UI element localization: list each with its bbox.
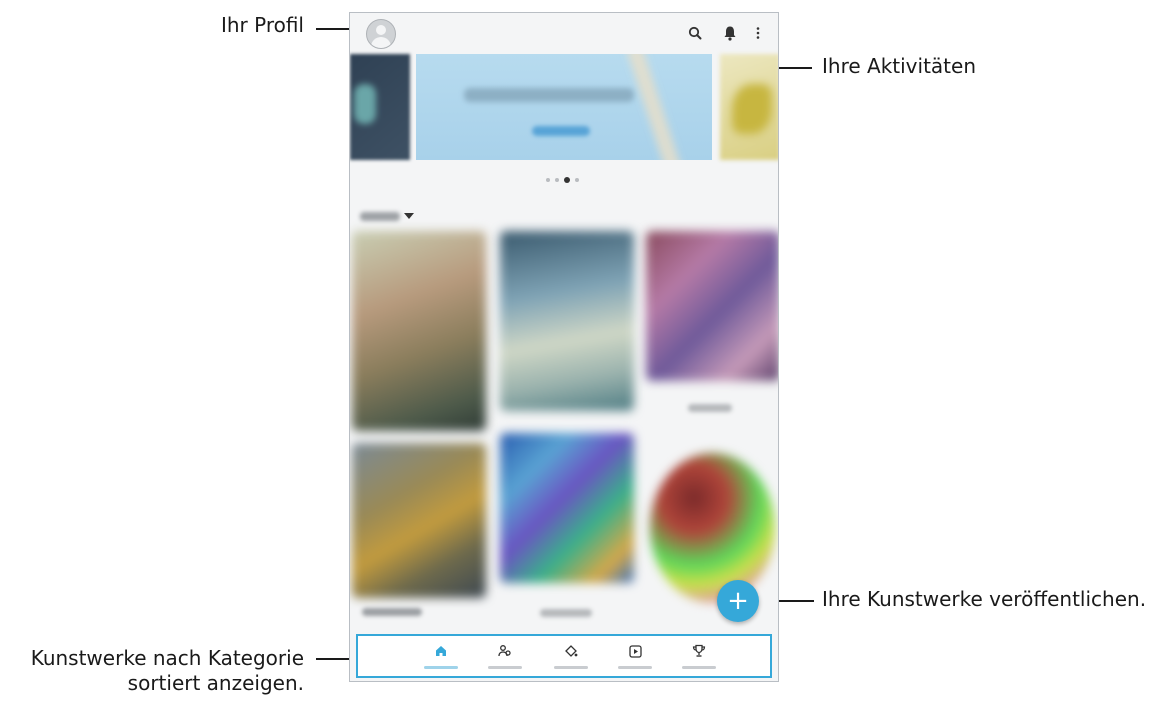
artwork-card[interactable]: [650, 453, 775, 603]
annotation-activities: Ihre Aktivitäten: [822, 54, 976, 78]
page-dot: [555, 178, 559, 182]
page-dot: [575, 178, 579, 182]
artwork-card[interactable]: [352, 231, 486, 431]
artwork-card[interactable]: [500, 231, 634, 411]
avatar-icon[interactable]: [366, 19, 396, 49]
nav-item-videos[interactable]: [618, 642, 652, 672]
sort-dropdown[interactable]: [360, 207, 414, 225]
artwork-caption-blurred: [688, 404, 732, 412]
phone-screen: +: [349, 12, 779, 682]
top-bar: [350, 13, 778, 53]
more-vertical-icon[interactable]: [749, 24, 767, 42]
page-dot: [546, 178, 550, 182]
banner-slide-current[interactable]: [416, 54, 712, 160]
annotation-publish: Ihre Kunstwerke veröffentlichen.: [822, 587, 1147, 611]
featured-banner-carousel[interactable]: [350, 53, 778, 161]
nav-item-paint[interactable]: [554, 642, 588, 672]
nav-item-home[interactable]: [424, 642, 458, 672]
nav-item-challenges[interactable]: [682, 642, 716, 672]
dropdown-caret-icon: [404, 213, 414, 219]
bell-icon[interactable]: [721, 24, 739, 42]
trophy-icon: [690, 642, 708, 660]
annotation-categories-line2: sortiert anzeigen.: [127, 671, 304, 695]
artwork-caption-blurred: [362, 608, 422, 616]
publish-fab-button[interactable]: +: [717, 580, 759, 622]
sort-label-blurred: [360, 211, 400, 221]
banner-slide-next[interactable]: [720, 54, 778, 160]
bottom-navigation-bar: [356, 634, 772, 678]
annotation-profile: Ihr Profil: [220, 13, 304, 37]
nav-item-people[interactable]: [488, 642, 522, 672]
carousel-page-indicator: [546, 177, 586, 183]
paint-bucket-icon: [562, 642, 580, 660]
annotation-categories-line1: Kunstwerke nach Kategorie: [30, 646, 304, 670]
plus-icon: +: [727, 586, 749, 616]
search-icon[interactable]: [686, 24, 704, 42]
artwork-caption-blurred: [540, 609, 592, 617]
nav-label-blurred: [424, 666, 458, 669]
nav-label-blurred: [554, 666, 588, 669]
people-icon: [496, 642, 514, 660]
page-dot-active: [564, 177, 570, 183]
play-square-icon: [626, 642, 644, 660]
nav-label-blurred: [618, 666, 652, 669]
nav-label-blurred: [682, 666, 716, 669]
artwork-card[interactable]: [352, 443, 486, 598]
banner-slide-previous[interactable]: [350, 54, 410, 160]
annotation-categories: Kunstwerke nach Kategorie sortiert anzei…: [0, 646, 304, 696]
artwork-card[interactable]: [500, 433, 634, 583]
artwork-card[interactable]: [646, 231, 778, 381]
home-icon: [432, 642, 450, 660]
nav-label-blurred: [488, 666, 522, 669]
